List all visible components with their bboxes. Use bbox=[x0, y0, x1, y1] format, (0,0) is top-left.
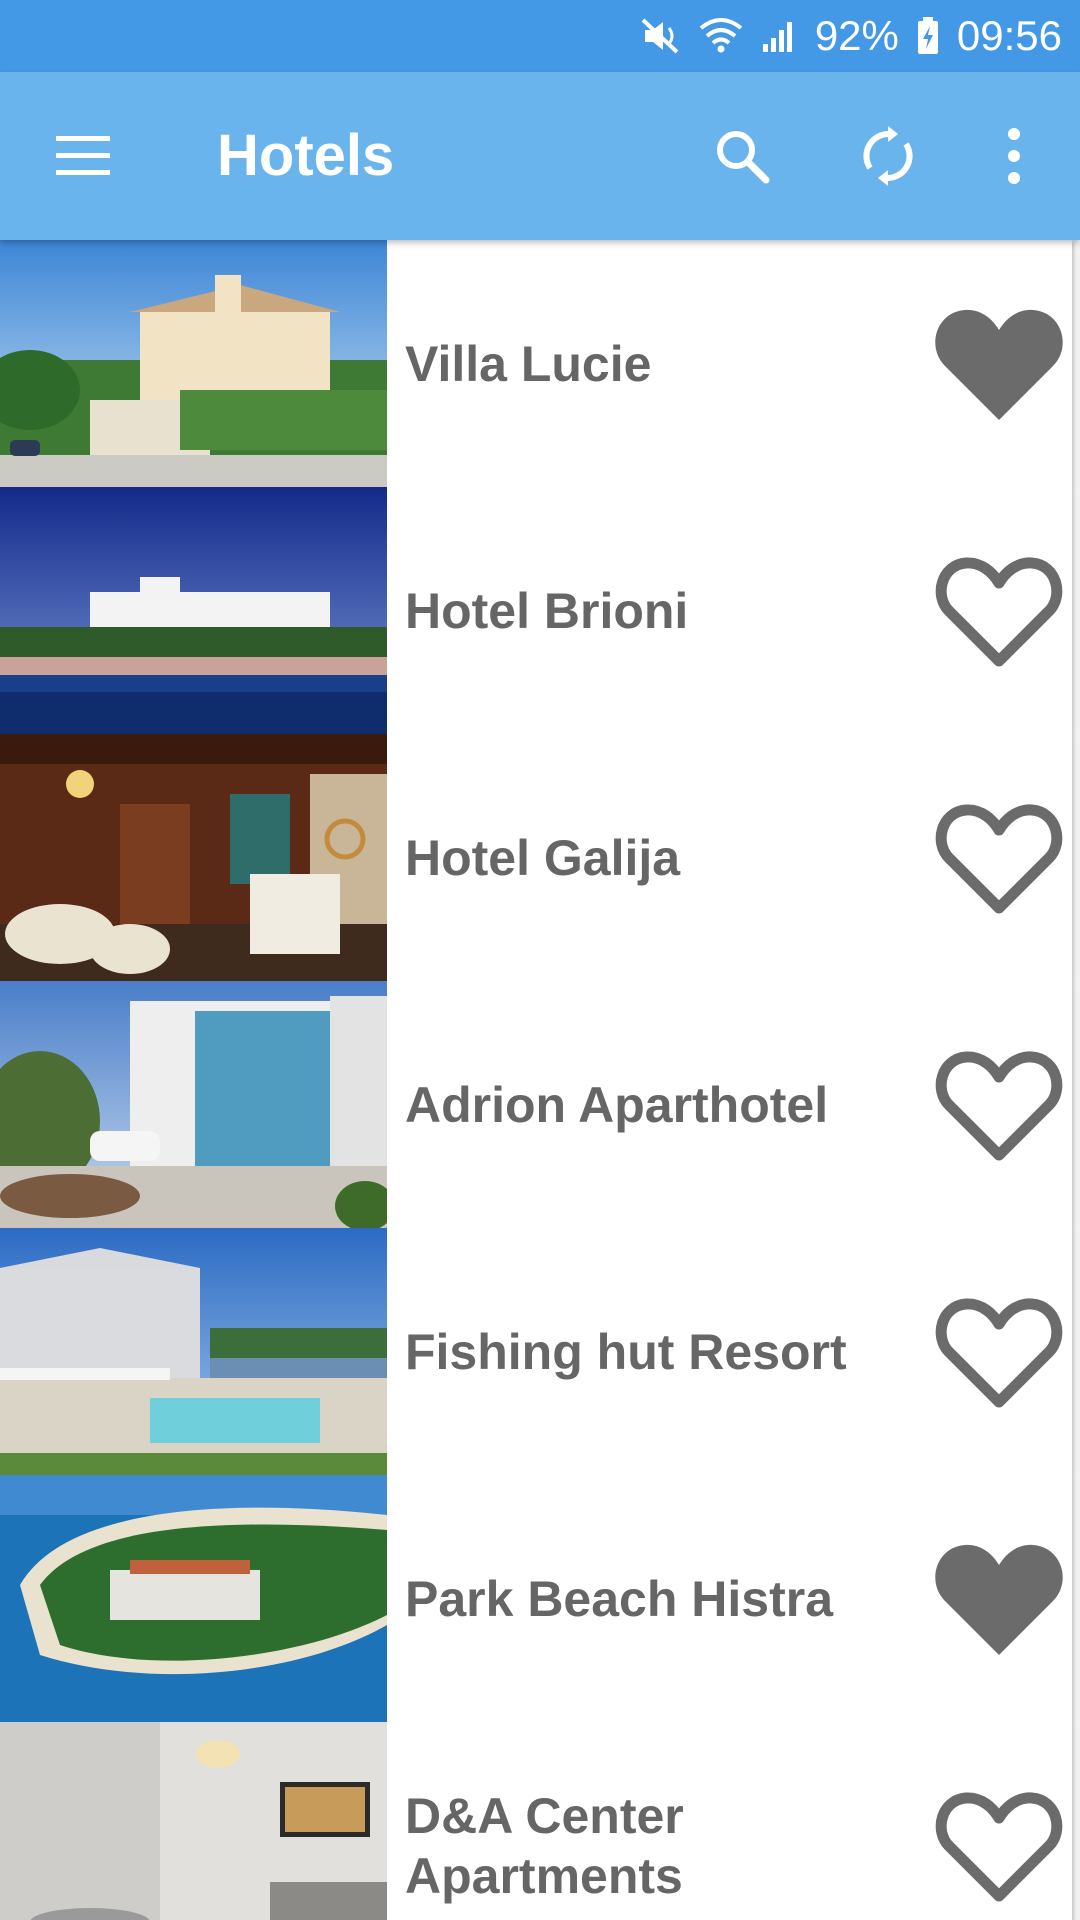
more-vert-icon[interactable] bbox=[972, 114, 1056, 198]
list-item[interactable]: Hotel Galija bbox=[0, 734, 1072, 981]
wifi-icon bbox=[699, 18, 743, 54]
favorite-outline-heart-icon[interactable] bbox=[930, 547, 1068, 675]
battery-percent: 92% bbox=[814, 12, 899, 59]
list-item[interactable]: Adrion Aparthotel bbox=[0, 981, 1072, 1228]
da-center-apartments-photo bbox=[0, 1722, 387, 1920]
app-bar: Hotels bbox=[0, 72, 1080, 240]
park-beach-histra-photo bbox=[0, 1475, 387, 1722]
favorite-outline-heart-icon[interactable] bbox=[930, 1288, 1068, 1416]
hotel-name: Villa Lucie bbox=[405, 335, 652, 392]
list-item[interactable]: D&A Center Apartments bbox=[0, 1722, 1072, 1920]
list-item[interactable]: Villa Lucie bbox=[0, 240, 1072, 487]
villa-lucie-photo bbox=[0, 240, 387, 487]
hotel-list[interactable]: Villa Lucie Hotel Brioni Hotel Galija Ad… bbox=[0, 240, 1078, 1920]
hotel-galija-photo bbox=[0, 734, 387, 981]
page-title: Hotels bbox=[217, 123, 395, 188]
favorite-filled-heart-icon[interactable] bbox=[930, 1535, 1068, 1663]
list-item[interactable]: Fishing hut Resort bbox=[0, 1228, 1072, 1475]
list-item[interactable]: Hotel Brioni bbox=[0, 487, 1072, 734]
favorite-filled-heart-icon[interactable] bbox=[930, 300, 1068, 428]
signal-icon bbox=[761, 18, 797, 54]
adrion-aparthotel-photo bbox=[0, 981, 387, 1228]
favorite-outline-heart-icon[interactable] bbox=[930, 794, 1068, 922]
clock: 09:56 bbox=[956, 12, 1062, 59]
menu-icon[interactable] bbox=[42, 114, 126, 198]
list-item[interactable]: Park Beach Histra bbox=[0, 1475, 1072, 1722]
hotel-name: Hotel Brioni bbox=[405, 582, 689, 639]
hotel-brioni-photo bbox=[0, 487, 387, 734]
hotel-name: Adrion Aparthotel bbox=[405, 1076, 829, 1133]
search-icon[interactable] bbox=[700, 114, 784, 198]
hotel-name: Fishing hut Resort bbox=[405, 1323, 847, 1380]
favorite-outline-heart-icon[interactable] bbox=[930, 1782, 1068, 1910]
hotel-name: Park Beach Histra bbox=[405, 1570, 834, 1627]
favorite-outline-heart-icon[interactable] bbox=[930, 1041, 1068, 1169]
status-bar: 92% 09:56 bbox=[0, 0, 1080, 72]
hotel-name: Hotel Galija bbox=[405, 829, 681, 886]
hotel-name: D&A Center Apartments bbox=[405, 1787, 684, 1904]
refresh-icon[interactable] bbox=[846, 114, 930, 198]
battery-charging-icon bbox=[917, 17, 939, 55]
mute-icon bbox=[641, 18, 681, 54]
fishing-hut-resort-photo bbox=[0, 1228, 387, 1475]
